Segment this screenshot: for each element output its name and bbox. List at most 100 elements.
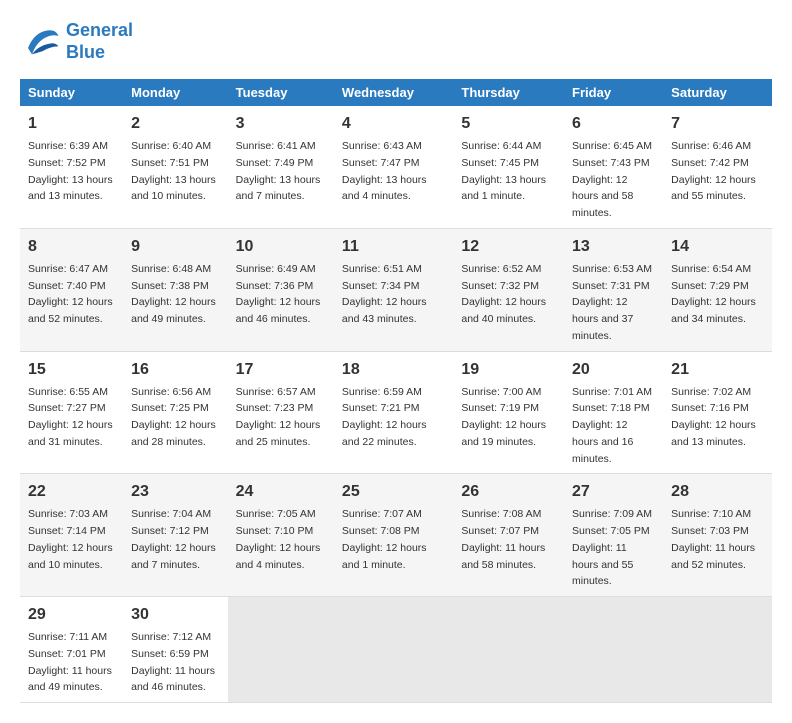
calendar-cell: 19 Sunrise: 7:00 AM Sunset: 7:19 PM Dayl… <box>453 351 564 474</box>
sunset-info: Sunset: 7:49 PM <box>236 157 314 169</box>
daylight-info: Daylight: 13 hours and 4 minutes. <box>342 174 427 203</box>
calendar-cell <box>564 597 663 703</box>
daylight-info: Daylight: 12 hours and 31 minutes. <box>28 419 113 448</box>
weekday-header-thursday: Thursday <box>453 79 564 106</box>
calendar-cell: 20 Sunrise: 7:01 AM Sunset: 7:18 PM Dayl… <box>564 351 663 474</box>
calendar-cell: 22 Sunrise: 7:03 AM Sunset: 7:14 PM Dayl… <box>20 474 123 597</box>
sunrise-info: Sunrise: 6:40 AM <box>131 140 211 152</box>
sunrise-info: Sunrise: 7:00 AM <box>461 386 541 398</box>
sunrise-info: Sunrise: 6:55 AM <box>28 386 108 398</box>
daylight-info: Daylight: 12 hours and 19 minutes. <box>461 419 546 448</box>
sunset-info: Sunset: 7:40 PM <box>28 280 106 292</box>
sunrise-info: Sunrise: 6:49 AM <box>236 263 316 275</box>
calendar-cell: 30 Sunrise: 7:12 AM Sunset: 6:59 PM Dayl… <box>123 597 228 703</box>
day-number: 7 <box>671 112 764 136</box>
calendar-cell: 21 Sunrise: 7:02 AM Sunset: 7:16 PM Dayl… <box>663 351 772 474</box>
daylight-info: Daylight: 11 hours and 46 minutes. <box>131 665 215 694</box>
sunrise-info: Sunrise: 7:10 AM <box>671 508 751 520</box>
daylight-info: Daylight: 12 hours and 16 minutes. <box>572 419 633 465</box>
sunrise-info: Sunrise: 7:09 AM <box>572 508 652 520</box>
daylight-info: Daylight: 12 hours and 46 minutes. <box>236 296 321 325</box>
sunrise-info: Sunrise: 6:43 AM <box>342 140 422 152</box>
sunset-info: Sunset: 7:05 PM <box>572 525 650 537</box>
daylight-info: Daylight: 11 hours and 49 minutes. <box>28 665 112 694</box>
sunrise-info: Sunrise: 7:04 AM <box>131 508 211 520</box>
week-row-1: 1 Sunrise: 6:39 AM Sunset: 7:52 PM Dayli… <box>20 106 772 228</box>
weekday-header-saturday: Saturday <box>663 79 772 106</box>
sunrise-info: Sunrise: 6:53 AM <box>572 263 652 275</box>
calendar-cell: 29 Sunrise: 7:11 AM Sunset: 7:01 PM Dayl… <box>20 597 123 703</box>
daylight-info: Daylight: 13 hours and 7 minutes. <box>236 174 321 203</box>
daylight-info: Daylight: 13 hours and 13 minutes. <box>28 174 113 203</box>
calendar-cell <box>453 597 564 703</box>
day-number: 23 <box>131 480 220 504</box>
day-number: 10 <box>236 235 326 259</box>
calendar-header: SundayMondayTuesdayWednesdayThursdayFrid… <box>20 79 772 106</box>
sunrise-info: Sunrise: 6:52 AM <box>461 263 541 275</box>
sunset-info: Sunset: 7:01 PM <box>28 648 106 660</box>
calendar-cell: 7 Sunrise: 6:46 AM Sunset: 7:42 PM Dayli… <box>663 106 772 228</box>
calendar-cell: 2 Sunrise: 6:40 AM Sunset: 7:51 PM Dayli… <box>123 106 228 228</box>
day-number: 16 <box>131 358 220 382</box>
daylight-info: Daylight: 12 hours and 13 minutes. <box>671 419 756 448</box>
calendar-cell: 16 Sunrise: 6:56 AM Sunset: 7:25 PM Dayl… <box>123 351 228 474</box>
sunset-info: Sunset: 7:38 PM <box>131 280 209 292</box>
sunrise-info: Sunrise: 6:51 AM <box>342 263 422 275</box>
sunset-info: Sunset: 7:29 PM <box>671 280 749 292</box>
daylight-info: Daylight: 12 hours and 22 minutes. <box>342 419 427 448</box>
sunset-info: Sunset: 7:47 PM <box>342 157 420 169</box>
daylight-info: Daylight: 12 hours and 40 minutes. <box>461 296 546 325</box>
sunset-info: Sunset: 7:51 PM <box>131 157 209 169</box>
week-row-4: 22 Sunrise: 7:03 AM Sunset: 7:14 PM Dayl… <box>20 474 772 597</box>
weekday-header-wednesday: Wednesday <box>334 79 453 106</box>
calendar-cell: 18 Sunrise: 6:59 AM Sunset: 7:21 PM Dayl… <box>334 351 453 474</box>
sunrise-info: Sunrise: 7:01 AM <box>572 386 652 398</box>
day-number: 2 <box>131 112 220 136</box>
weekday-header-monday: Monday <box>123 79 228 106</box>
sunrise-info: Sunrise: 7:12 AM <box>131 631 211 643</box>
day-number: 15 <box>28 358 115 382</box>
day-number: 27 <box>572 480 655 504</box>
daylight-info: Daylight: 12 hours and 7 minutes. <box>131 542 216 571</box>
sunset-info: Sunset: 7:45 PM <box>461 157 539 169</box>
day-number: 1 <box>28 112 115 136</box>
daylight-info: Daylight: 11 hours and 52 minutes. <box>671 542 755 571</box>
sunset-info: Sunset: 7:27 PM <box>28 402 106 414</box>
sunset-info: Sunset: 7:31 PM <box>572 280 650 292</box>
day-number: 25 <box>342 480 445 504</box>
sunrise-info: Sunrise: 7:08 AM <box>461 508 541 520</box>
day-number: 6 <box>572 112 655 136</box>
calendar-cell: 15 Sunrise: 6:55 AM Sunset: 7:27 PM Dayl… <box>20 351 123 474</box>
daylight-info: Daylight: 12 hours and 55 minutes. <box>671 174 756 203</box>
calendar-cell: 27 Sunrise: 7:09 AM Sunset: 7:05 PM Dayl… <box>564 474 663 597</box>
sunset-info: Sunset: 7:25 PM <box>131 402 209 414</box>
calendar-body: 1 Sunrise: 6:39 AM Sunset: 7:52 PM Dayli… <box>20 106 772 703</box>
day-number: 17 <box>236 358 326 382</box>
sunset-info: Sunset: 7:19 PM <box>461 402 539 414</box>
sunset-info: Sunset: 7:16 PM <box>671 402 749 414</box>
week-row-3: 15 Sunrise: 6:55 AM Sunset: 7:27 PM Dayl… <box>20 351 772 474</box>
week-row-5: 29 Sunrise: 7:11 AM Sunset: 7:01 PM Dayl… <box>20 597 772 703</box>
daylight-info: Daylight: 12 hours and 43 minutes. <box>342 296 427 325</box>
calendar-cell: 1 Sunrise: 6:39 AM Sunset: 7:52 PM Dayli… <box>20 106 123 228</box>
calendar-cell: 8 Sunrise: 6:47 AM Sunset: 7:40 PM Dayli… <box>20 228 123 351</box>
calendar-cell: 3 Sunrise: 6:41 AM Sunset: 7:49 PM Dayli… <box>228 106 334 228</box>
sunrise-info: Sunrise: 7:11 AM <box>28 631 107 643</box>
day-number: 20 <box>572 358 655 382</box>
week-row-2: 8 Sunrise: 6:47 AM Sunset: 7:40 PM Dayli… <box>20 228 772 351</box>
daylight-info: Daylight: 12 hours and 4 minutes. <box>236 542 321 571</box>
calendar-cell <box>228 597 334 703</box>
calendar-cell: 4 Sunrise: 6:43 AM Sunset: 7:47 PM Dayli… <box>334 106 453 228</box>
sunrise-info: Sunrise: 6:45 AM <box>572 140 652 152</box>
sunrise-info: Sunrise: 6:41 AM <box>236 140 316 152</box>
sunset-info: Sunset: 7:36 PM <box>236 280 314 292</box>
calendar-cell: 25 Sunrise: 7:07 AM Sunset: 7:08 PM Dayl… <box>334 474 453 597</box>
day-number: 19 <box>461 358 556 382</box>
calendar-cell: 28 Sunrise: 7:10 AM Sunset: 7:03 PM Dayl… <box>663 474 772 597</box>
daylight-info: Daylight: 12 hours and 28 minutes. <box>131 419 216 448</box>
sunset-info: Sunset: 7:32 PM <box>461 280 539 292</box>
sunset-info: Sunset: 7:03 PM <box>671 525 749 537</box>
calendar-cell: 10 Sunrise: 6:49 AM Sunset: 7:36 PM Dayl… <box>228 228 334 351</box>
day-number: 24 <box>236 480 326 504</box>
sunrise-info: Sunrise: 6:44 AM <box>461 140 541 152</box>
